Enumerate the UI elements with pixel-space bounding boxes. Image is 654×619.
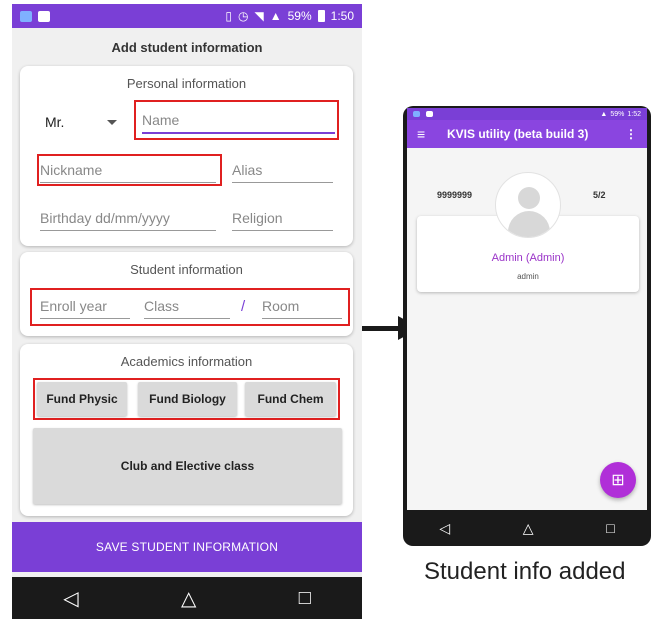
recent-apps-icon[interactable]: □ — [606, 520, 614, 536]
birthday-input[interactable]: Birthday dd/mm/yyyy — [40, 210, 216, 231]
back-icon[interactable]: ◁ — [63, 586, 78, 611]
class-room-separator: / — [241, 298, 246, 315]
room-input[interactable]: Room — [262, 298, 342, 319]
avatar-icon — [495, 172, 561, 238]
nav-bar: ◁ △ □ — [12, 577, 362, 619]
right-nav-bar: ◁ △ □ — [403, 510, 651, 546]
academics-info-card: Academics information Fund Physic Fund B… — [20, 344, 353, 516]
personal-info-card: Personal information Mr. Name Nickname A… — [20, 66, 353, 246]
battery-icon — [317, 10, 325, 22]
fund-physic-button[interactable]: Fund Physic — [37, 382, 127, 416]
menu-icon[interactable]: ≡ — [417, 126, 447, 142]
app-notification-icon — [20, 10, 32, 22]
fund-chem-button[interactable]: Fund Chem — [245, 382, 336, 416]
class-ratio: 5/2 — [593, 190, 606, 200]
signal-icon: ▲ — [269, 9, 282, 23]
clock: 1:50 — [330, 9, 354, 23]
class-input[interactable]: Class — [144, 298, 230, 319]
image-notification-icon — [38, 10, 50, 22]
app-notification-icon — [413, 111, 420, 117]
form-title: Add student information — [12, 28, 362, 62]
wifi-icon: ◥ — [254, 9, 264, 23]
right-screen: ▲ 59% 1:52 ≡ KVIS utility (beta build 3)… — [407, 108, 647, 510]
student-info-card: Student information Enroll year Class / … — [20, 252, 353, 336]
recent-apps-icon[interactable]: □ — [299, 587, 311, 610]
club-elective-button[interactable]: Club and Elective class — [33, 428, 342, 504]
student-info-title: Student information — [130, 262, 243, 277]
arrow-shaft — [362, 326, 402, 331]
left-phone: ▯ ◷ ◥ ▲ 59% 1:50 Add student information… — [12, 4, 362, 619]
title-select[interactable]: Mr. — [45, 114, 64, 130]
profile-name: Admin (Admin) — [491, 252, 565, 264]
personal-info-title: Personal information — [126, 76, 247, 91]
back-icon[interactable]: ◁ — [439, 520, 450, 537]
image-notification-icon — [426, 111, 433, 117]
caption-text: Student info added — [424, 558, 626, 585]
right-clock: 1:52 — [627, 110, 641, 118]
nickname-input[interactable]: Nickname — [40, 162, 216, 183]
status-bar: ▯ ◷ ◥ ▲ 59% 1:50 — [12, 4, 362, 28]
home-icon[interactable]: △ — [523, 520, 534, 537]
right-status-bar: ▲ 59% 1:52 — [407, 108, 647, 120]
alias-input[interactable]: Alias — [232, 162, 333, 183]
signal-icon: ▲ — [600, 110, 608, 118]
academics-info-title: Academics information — [120, 354, 253, 369]
student-id: 9999999 — [437, 190, 473, 200]
app-bar: ≡ KVIS utility (beta build 3) ⋮ — [407, 120, 647, 148]
right-phone: ▲ 59% 1:52 ≡ KVIS utility (beta build 3)… — [403, 106, 651, 546]
home-icon[interactable]: △ — [181, 586, 196, 611]
religion-input[interactable]: Religion — [232, 210, 333, 231]
app-title: KVIS utility (beta build 3) — [447, 127, 589, 141]
battery-percent: 59% — [287, 9, 312, 23]
chevron-down-icon[interactable] — [107, 120, 117, 125]
fund-biology-button[interactable]: Fund Biology — [138, 382, 237, 416]
alarm-icon: ◷ — [238, 9, 249, 23]
profile-role: admin — [517, 272, 539, 281]
grid-fab-button[interactable]: ⊞ — [600, 462, 636, 498]
right-battery-percent: 59% — [610, 110, 625, 118]
vibrate-icon: ▯ — [225, 9, 232, 23]
screenshot-root: ▯ ◷ ◥ ▲ 59% 1:50 Add student information… — [0, 0, 654, 619]
enroll-year-input[interactable]: Enroll year — [40, 298, 130, 319]
more-options-icon[interactable]: ⋮ — [625, 127, 637, 141]
name-input[interactable]: Name — [142, 112, 335, 134]
save-student-button[interactable]: SAVE STUDENT INFORMATION — [12, 522, 362, 572]
